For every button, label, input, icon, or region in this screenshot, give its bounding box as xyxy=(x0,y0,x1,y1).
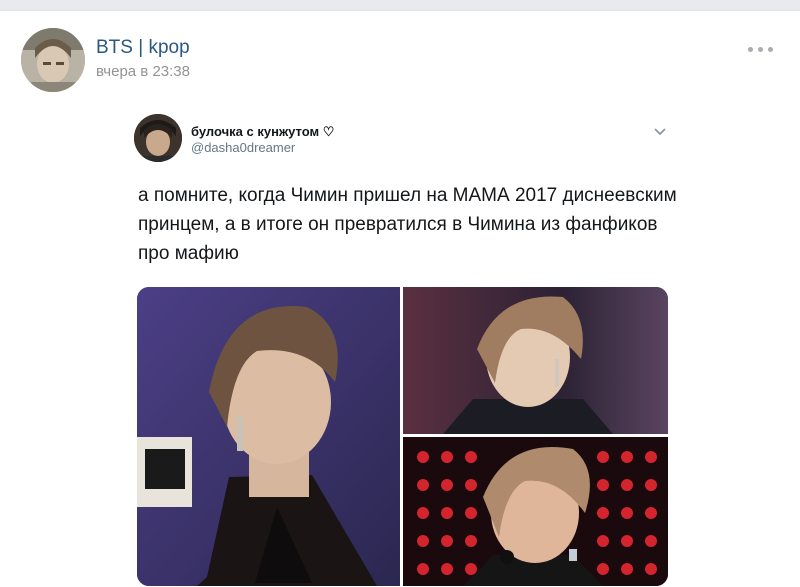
chevron-down-icon[interactable] xyxy=(652,127,668,137)
tweet-photo[interactable] xyxy=(137,287,400,586)
post-timestamp[interactable]: вчера в 23:38 xyxy=(96,63,190,80)
group-name[interactable]: BTS | kpop xyxy=(96,37,190,59)
tweet-author-handle[interactable]: @dasha0dreamer xyxy=(191,140,295,155)
tweet-photo-gallery xyxy=(137,287,668,586)
tweet-photo[interactable] xyxy=(403,437,668,586)
tweet-text: а помните, когда Чимин пришел на МАМА 20… xyxy=(138,185,677,264)
tweet-photo[interactable] xyxy=(403,287,668,434)
post-card: BTS | kpop вчера в 23:38 булочка с кунжу… xyxy=(0,10,800,587)
more-dots-icon[interactable] xyxy=(748,45,774,55)
group-avatar[interactable] xyxy=(21,28,85,92)
tweet-author-avatar[interactable] xyxy=(134,114,182,162)
tweet-author-name[interactable]: булочка с кунжутом ♡ xyxy=(191,124,334,140)
